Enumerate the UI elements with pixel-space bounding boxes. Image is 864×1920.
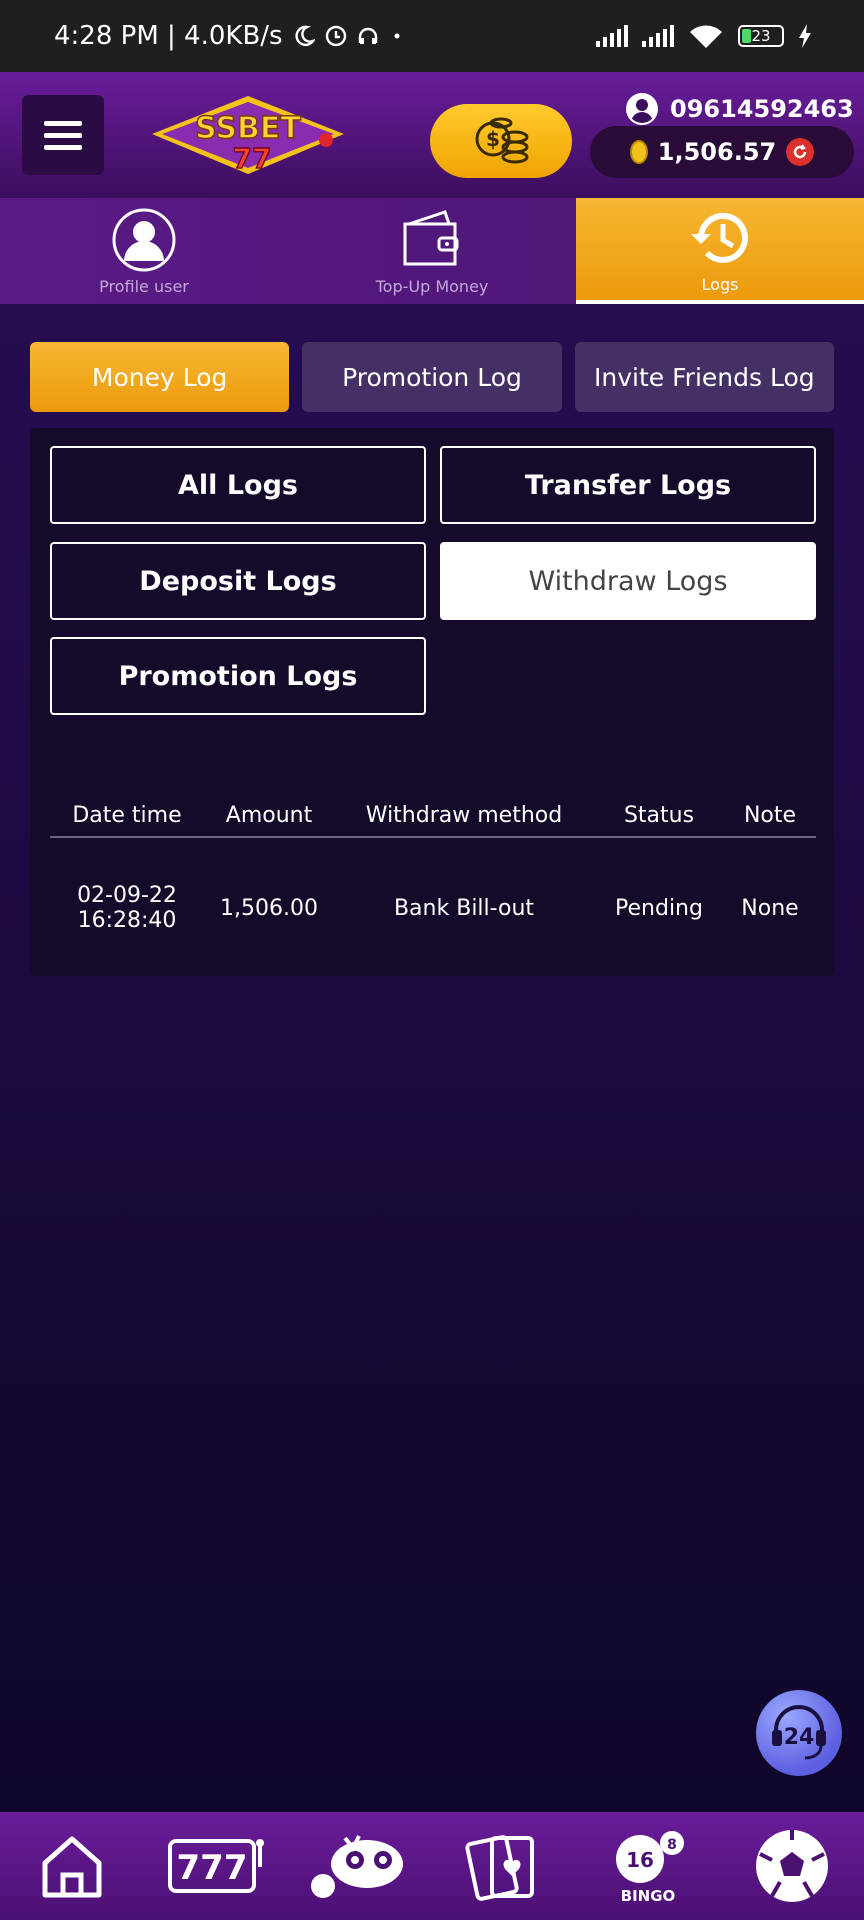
phone-number: 09614592463 [670, 95, 854, 123]
tab-logs[interactable]: Logs [576, 198, 864, 304]
cell-method: Bank Bill-out [393, 895, 535, 921]
nav-cards[interactable] [449, 1816, 559, 1916]
nav-bingo[interactable]: 16 8 BINGO [593, 1816, 703, 1916]
balance-amount: 1,506.57 [657, 138, 777, 166]
menu-button[interactable] [22, 95, 104, 175]
withdraw-log-table: Date time Amount Withdraw method Status … [50, 794, 816, 978]
nav-home[interactable] [17, 1816, 127, 1916]
charging-icon [799, 24, 811, 48]
tab-label: Logs [701, 274, 739, 294]
user-phone: 09614592463 [626, 92, 854, 126]
battery-level: 23 [751, 27, 771, 45]
status-right: 23 [596, 23, 812, 49]
cell-status: Pending [615, 895, 703, 921]
header-status: Status [623, 802, 695, 828]
logo-text-bottom: 77 [233, 142, 272, 175]
deposit-logs-button[interactable]: Deposit Logs [50, 542, 426, 620]
user-icon [111, 207, 177, 273]
svg-text:$: $ [486, 127, 500, 151]
tab-label: Profile user [99, 276, 189, 296]
cell-date-time: 02-09-22 16:28:40 [50, 883, 204, 933]
logs-panel: All Logs Transfer Logs Deposit Logs With… [30, 428, 834, 976]
soccer-icon [756, 1830, 828, 1902]
tab-top-up-money[interactable]: Top-Up Money [288, 198, 576, 304]
table-row: 02-09-22 16:28:40 1,506.00 Bank Bill-out… [50, 838, 816, 978]
cell-time: 16:28:40 [77, 908, 177, 933]
nav-soccer[interactable] [737, 1816, 847, 1916]
wifi-icon [690, 25, 722, 48]
support-24-button[interactable]: 24 [756, 1690, 842, 1776]
nav-slots[interactable]: 777 [161, 1816, 271, 1916]
promotion-logs-button[interactable]: Promotion Logs [50, 637, 426, 715]
home-icon [42, 1836, 102, 1898]
status-left: 4:28 PM | 4.0KB/s [54, 21, 405, 51]
bottom-nav: 777 16 8 BINGO [0, 1812, 864, 1920]
refresh-icon[interactable] [786, 138, 815, 166]
menu-icon-bar [44, 132, 82, 138]
log-type-tabs: Money Log Promotion Log Invite Friends L… [30, 342, 834, 412]
tab-profile-user[interactable]: Profile user [0, 198, 288, 304]
support-label: 24 [784, 1725, 815, 1750]
slots-label: 777 [177, 1848, 248, 1888]
header-withdraw-method: Withdraw method [365, 802, 563, 828]
cards-icon [465, 1835, 534, 1901]
app-header: SSBET 77 $ 09614592463 1,506.57 [0, 72, 864, 198]
account-tabs: Profile user Top-Up Money Logs [0, 198, 864, 304]
balance-display: 1,506.57 [590, 126, 854, 178]
menu-icon-bar [44, 144, 82, 150]
menu-icon-bar [44, 120, 82, 126]
coins-button[interactable]: $ [430, 104, 572, 178]
logo-text-top: SSBET [195, 111, 301, 146]
dot-icon [394, 33, 400, 39]
headset-icon [358, 27, 377, 44]
coin-icon [629, 140, 648, 164]
nav-fishing[interactable] [305, 1816, 415, 1916]
transfer-logs-button[interactable]: Transfer Logs [440, 446, 816, 524]
headset-24-icon: 24 [772, 1705, 826, 1760]
signal-icon [596, 25, 628, 47]
fishing-icon [311, 1835, 403, 1898]
moon-icon [295, 25, 315, 47]
header-date-time: Date time [72, 802, 182, 828]
bingo-ball-number: 16 [626, 1848, 654, 1872]
clock-icon [325, 25, 346, 47]
bingo-label: BINGO [620, 1887, 676, 1905]
signal-icon-2 [642, 25, 674, 47]
tab-invite-friends-log[interactable]: Invite Friends Log [574, 342, 834, 412]
cell-note: None [741, 895, 799, 921]
battery-icon: 23 [738, 25, 784, 47]
slots-icon: 777 [168, 1839, 264, 1893]
user-icon [626, 93, 658, 125]
tab-money-log[interactable]: Money Log [30, 342, 290, 412]
wallet-icon [399, 207, 465, 273]
bingo-icon: 16 8 [616, 1831, 684, 1883]
cell-amount: 1,506.00 [220, 895, 318, 921]
cell-date: 02-09-22 [77, 883, 177, 908]
ssbet-logo[interactable]: SSBET 77 [148, 94, 348, 178]
header-amount: Amount [225, 802, 313, 828]
status-time: 4:28 PM | 4.0KB/s [54, 21, 283, 51]
bingo-ball-number-2: 8 [667, 1837, 677, 1853]
withdraw-logs-button[interactable]: Withdraw Logs [440, 542, 816, 620]
coins-icon: $ [475, 117, 529, 164]
header-note: Note [743, 802, 797, 828]
all-logs-button[interactable]: All Logs [50, 446, 426, 524]
status-bar: 4:28 PM | 4.0KB/s 23 [0, 0, 864, 72]
tab-label: Top-Up Money [375, 276, 489, 296]
tab-promotion-log[interactable]: Promotion Log [302, 342, 562, 412]
table-header: Date time Amount Withdraw method Status … [50, 794, 816, 838]
history-icon [687, 205, 753, 271]
